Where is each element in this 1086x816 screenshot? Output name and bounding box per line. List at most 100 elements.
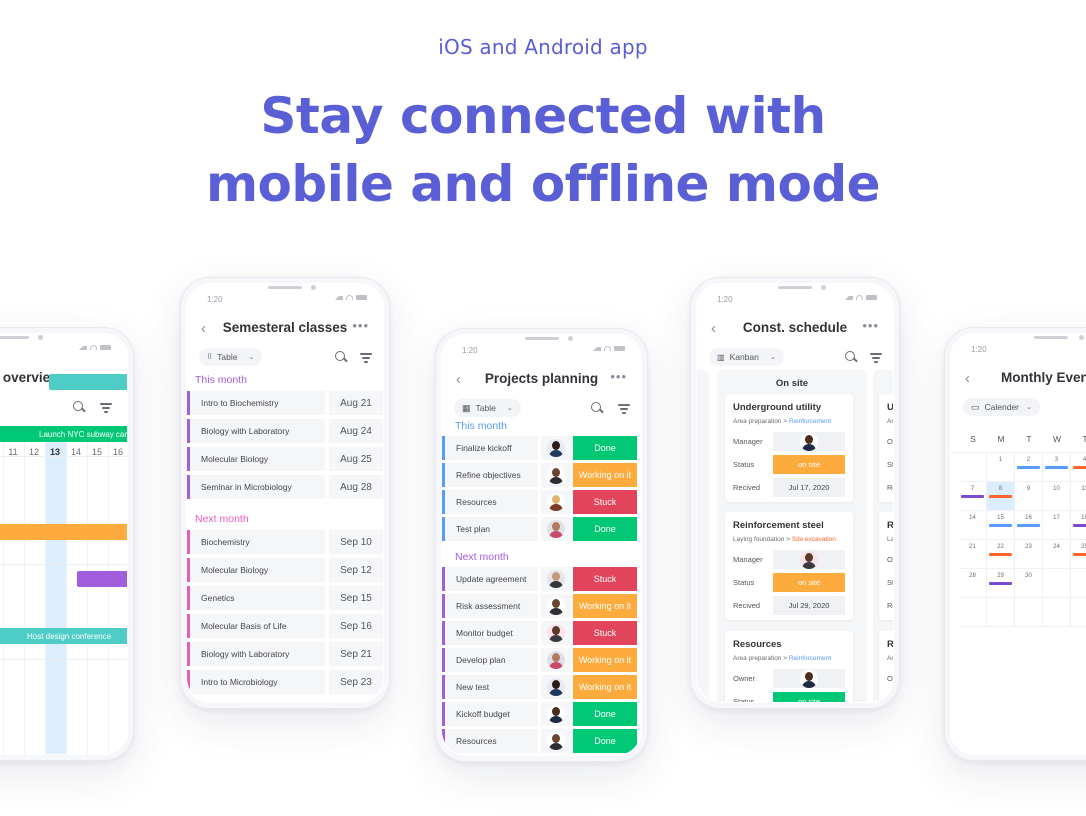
- kanban-card[interactable]: Resources Area preparation > Reinforcemen…: [725, 631, 853, 702]
- breadcrumb-child[interactable]: Site excavation: [792, 536, 836, 543]
- kanban-card-peek[interactable]: Re Ar Ow: [879, 631, 893, 702]
- filter-icon[interactable]: [869, 349, 885, 365]
- status-label[interactable]: Stuck: [573, 490, 637, 514]
- kanban-card-peek[interactable]: Ur Ar Ow St Re: [879, 394, 893, 502]
- calendar-day[interactable]: 2: [1015, 453, 1043, 482]
- table-row[interactable]: Risk assessment Working on it: [442, 594, 641, 618]
- owner-cell[interactable]: [541, 729, 571, 753]
- status-label[interactable]: Done: [573, 436, 637, 460]
- table-row[interactable]: Refine objectives Working on it: [442, 463, 641, 487]
- status-label[interactable]: Done: [573, 702, 637, 726]
- field-value[interactable]: Jul 29, 2020: [773, 596, 845, 615]
- view-selector[interactable]: ▭ Calender ⌄: [963, 398, 1040, 416]
- table-row[interactable]: Intro to Biochemistry Aug 21: [187, 391, 383, 415]
- calendar-day[interactable]: 24: [1043, 540, 1071, 569]
- calendar-day[interactable]: 15: [987, 511, 1015, 540]
- event-bar[interactable]: [1073, 466, 1086, 469]
- calendar-day[interactable]: 14: [959, 511, 987, 540]
- event-bar[interactable]: [1045, 466, 1068, 469]
- calendar-day[interactable]: 21: [959, 540, 987, 569]
- kanban-card[interactable]: Underground utility Area preparation > Re…: [725, 394, 853, 502]
- table-row[interactable]: Update agreement Stuck: [442, 567, 641, 591]
- event-bar[interactable]: [989, 553, 1012, 556]
- calendar-day[interactable]: 29: [987, 569, 1015, 598]
- filter-icon[interactable]: [99, 399, 115, 415]
- owner-cell[interactable]: [541, 621, 571, 645]
- table-row[interactable]: Seminar in Microbiology Aug 28: [187, 475, 383, 499]
- calendar-day[interactable]: 8: [987, 482, 1015, 511]
- calendar-day[interactable]: 23: [1015, 540, 1043, 569]
- gantt-bar[interactable]: Host design conference: [77, 571, 127, 587]
- calendar-day[interactable]: 11: [1071, 482, 1086, 511]
- gantt-bar[interactable]: Host design conference: [0, 628, 127, 644]
- table-row[interactable]: Test plan Done: [442, 517, 641, 541]
- back-icon[interactable]: ‹: [965, 370, 970, 387]
- owner-cell[interactable]: [541, 463, 571, 487]
- status-label[interactable]: on site: [773, 573, 845, 592]
- table-row[interactable]: Biology with Laboratory Aug 24: [187, 419, 383, 443]
- calendar-day[interactable]: 9: [1015, 482, 1043, 511]
- owner-cell[interactable]: [541, 594, 571, 618]
- status-label[interactable]: Done: [573, 517, 637, 541]
- table-row[interactable]: Kickoff budget Done: [442, 702, 641, 726]
- breadcrumb-child[interactable]: Reinforcement: [789, 655, 831, 662]
- calendar-day[interactable]: [1071, 569, 1086, 598]
- kanban-card[interactable]: Reinforcement steel Laying foundation > S…: [725, 512, 853, 620]
- field-value[interactable]: [773, 550, 845, 569]
- calendar-day[interactable]: 4: [1071, 453, 1086, 482]
- more-options-icon[interactable]: •••: [352, 318, 369, 333]
- event-bar[interactable]: [989, 495, 1012, 498]
- owner-cell[interactable]: [541, 675, 571, 699]
- group-header[interactable]: This month: [195, 374, 247, 386]
- calendar-day[interactable]: 28: [959, 569, 987, 598]
- group-header[interactable]: Next month: [195, 513, 249, 525]
- table-row[interactable]: Resources Stuck: [442, 490, 641, 514]
- calendar-day[interactable]: 3: [1043, 453, 1071, 482]
- status-label[interactable]: on site: [773, 692, 845, 702]
- status-label[interactable]: Done: [573, 729, 637, 753]
- event-bar[interactable]: [1017, 466, 1040, 469]
- owner-cell[interactable]: [541, 648, 571, 672]
- owner-cell[interactable]: [541, 436, 571, 460]
- gantt-bar[interactable]: Update summer sale brief: [49, 374, 127, 390]
- group-header[interactable]: Next month: [455, 551, 509, 563]
- status-label[interactable]: Working on it: [573, 675, 637, 699]
- status-label[interactable]: on site: [773, 455, 845, 474]
- view-selector[interactable]: ⠿ Table ⌄: [199, 348, 263, 366]
- event-bar[interactable]: [961, 495, 984, 498]
- field-value[interactable]: [773, 669, 845, 688]
- search-icon[interactable]: [71, 399, 87, 415]
- table-row[interactable]: Molecular Biology Sep 12: [187, 558, 383, 582]
- event-bar[interactable]: [1017, 524, 1040, 527]
- gantt-bar[interactable]: Launch NYC subway campaign: [0, 426, 127, 442]
- calendar-day[interactable]: 1: [987, 453, 1015, 482]
- search-icon[interactable]: [589, 400, 605, 416]
- gantt-bar[interactable]: Billboard campaign: [0, 524, 127, 540]
- table-row[interactable]: Genetics Sep 15: [187, 586, 383, 610]
- calendar-day[interactable]: [1043, 569, 1071, 598]
- table-row[interactable]: Biology with Laboratory Sep 21: [187, 642, 383, 666]
- table-row[interactable]: Molecular Basis of Life Sep 16: [187, 614, 383, 638]
- owner-cell[interactable]: [541, 567, 571, 591]
- calendar-day[interactable]: 17: [1043, 511, 1071, 540]
- filter-icon[interactable]: [617, 400, 633, 416]
- breadcrumb-child[interactable]: Reinforcement: [789, 418, 831, 425]
- table-row[interactable]: Resources Done: [442, 729, 641, 753]
- owner-cell[interactable]: [541, 517, 571, 541]
- table-row[interactable]: Finalize kickoff Done: [442, 436, 641, 460]
- more-options-icon[interactable]: •••: [610, 369, 627, 384]
- calendar-day[interactable]: 18: [1071, 511, 1086, 540]
- calendar-day[interactable]: 7: [959, 482, 987, 511]
- group-header[interactable]: This month: [455, 420, 507, 432]
- view-selector[interactable]: ▦ Table ⌄: [454, 399, 521, 417]
- status-label[interactable]: Working on it: [573, 463, 637, 487]
- search-icon[interactable]: [333, 349, 349, 365]
- status-label[interactable]: Stuck: [573, 567, 637, 591]
- calendar-day[interactable]: 30: [1015, 569, 1043, 598]
- event-bar[interactable]: [1073, 553, 1086, 556]
- calendar-day[interactable]: 22: [987, 540, 1015, 569]
- calendar-day[interactable]: 10: [1043, 482, 1071, 511]
- calendar-day[interactable]: [959, 453, 987, 482]
- owner-cell[interactable]: [541, 490, 571, 514]
- owner-cell[interactable]: [541, 702, 571, 726]
